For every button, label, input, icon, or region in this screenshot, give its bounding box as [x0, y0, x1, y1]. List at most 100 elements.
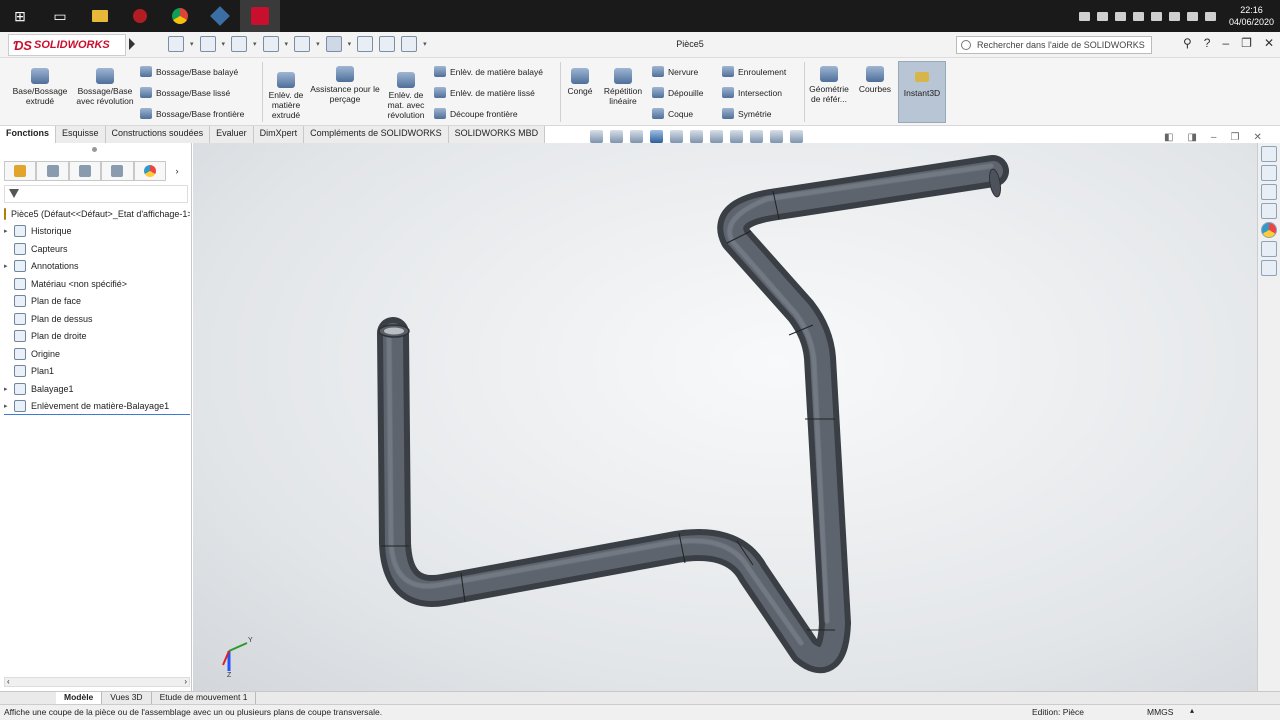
tray-icon[interactable]: [1168, 11, 1180, 21]
tree-filter[interactable]: [4, 185, 188, 203]
tray-icon[interactable]: [1150, 11, 1162, 21]
tab-fonctions[interactable]: Fonctions: [0, 126, 56, 143]
tree-item-materiau[interactable]: Matériau <non spécifié>: [4, 275, 190, 293]
display-style-icon[interactable]: [710, 130, 723, 143]
view-settings-icon[interactable]: [790, 130, 803, 143]
tree-item-plan-de-face[interactable]: Plan de face: [4, 293, 190, 311]
tab-dimxpert[interactable]: DimXpert: [253, 126, 305, 143]
tree-item-plan1[interactable]: Plan1: [4, 363, 190, 381]
appearances-icon[interactable]: [1261, 222, 1277, 238]
extruded-boss-button[interactable]: Base/Bossage extrudé: [8, 68, 72, 106]
reference-geometry-button[interactable]: Géométrie de référ...: [806, 66, 852, 104]
tab-configuration-manager[interactable]: [68, 161, 102, 181]
red-app-icon[interactable]: [120, 0, 160, 32]
previous-view-icon[interactable]: [630, 130, 643, 143]
view-orientation-icon[interactable]: [690, 130, 703, 143]
rib-button[interactable]: Nervure: [652, 66, 698, 77]
hole-wizard-button[interactable]: Assistance pour le perçage: [310, 66, 380, 104]
scroll-right-icon[interactable]: ›: [184, 677, 187, 686]
solidworks-taskbar-icon[interactable]: [240, 0, 280, 32]
minimize-icon[interactable]: –: [1211, 132, 1217, 143]
tab-3d-views[interactable]: Vues 3D: [102, 692, 152, 704]
pinned-app-icon[interactable]: [200, 0, 240, 32]
restore-icon[interactable]: ❐: [1230, 132, 1239, 143]
expand-arrow-icon[interactable]: ▸: [4, 402, 14, 410]
revolved-boss-button[interactable]: Bossage/Base avec révolution: [74, 68, 136, 106]
tree-item-plan-de-dessus[interactable]: Plan de dessus: [4, 310, 190, 328]
minimize-icon[interactable]: –: [1222, 36, 1229, 50]
file-explorer-icon[interactable]: [80, 0, 120, 32]
part-3d-view[interactable]: Y Z: [193, 143, 1257, 691]
help-icon[interactable]: ?: [1204, 36, 1211, 50]
tab-mbd[interactable]: SOLIDWORKS MBD: [448, 126, 546, 143]
tree-item-balayage1[interactable]: ▸ Balayage1: [4, 380, 190, 398]
tray-icon[interactable]: [1114, 11, 1126, 21]
tree-item-enlevement-matiere-balayage1[interactable]: ▸ Enlèvement de matière-Balayage1: [4, 398, 190, 415]
tree-item-capteurs[interactable]: Capteurs: [4, 240, 190, 258]
tray-icon[interactable]: [1078, 11, 1090, 21]
zoom-area-icon[interactable]: [610, 130, 623, 143]
task-view-icon[interactable]: ▭: [40, 0, 80, 32]
restore-icon[interactable]: ❐: [1241, 36, 1252, 50]
tray-icon[interactable]: [1204, 11, 1216, 21]
file-explorer-icon[interactable]: [1261, 184, 1277, 200]
tab-esquisse[interactable]: Esquisse: [56, 126, 106, 143]
tab-property-manager[interactable]: [36, 161, 69, 181]
scroll-left-icon[interactable]: ‹: [7, 677, 10, 686]
boundary-cut-button[interactable]: Découpe frontière: [434, 108, 518, 119]
lofted-cut-button[interactable]: Enlèv. de matière lissé: [434, 87, 535, 98]
graphics-area[interactable]: Y Z: [193, 143, 1257, 691]
solidworks-resources-icon[interactable]: [1261, 146, 1277, 162]
swept-cut-button[interactable]: Enlèv. de matière balayé: [434, 66, 543, 77]
lofted-boss-button[interactable]: Bossage/Base lissé: [140, 87, 230, 98]
tab-evaluer[interactable]: Evaluer: [210, 126, 254, 143]
tab-motion-study[interactable]: Etude de mouvement 1: [152, 692, 257, 704]
expand-arrow-icon[interactable]: ▸: [4, 262, 14, 270]
tab-complements[interactable]: Compléments de SOLIDWORKS: [304, 126, 449, 143]
close-icon[interactable]: ✕: [1253, 132, 1261, 143]
collapse-icon[interactable]: ◧: [1164, 132, 1173, 143]
tree-item-origine[interactable]: Origine: [4, 345, 190, 363]
design-library-icon[interactable]: [1261, 165, 1277, 181]
section-view-icon[interactable]: [650, 130, 663, 143]
wrap-button[interactable]: Enroulement: [722, 66, 786, 77]
system-clock[interactable]: 22:16 04/06/2020: [1229, 4, 1274, 28]
custom-properties-icon[interactable]: [1261, 241, 1277, 257]
expand-arrow-icon[interactable]: ▸: [4, 385, 14, 393]
tab-feature-manager[interactable]: [4, 161, 37, 181]
units-selector[interactable]: MMGS: [1147, 707, 1173, 717]
expand-arrow-icon[interactable]: ▸: [4, 227, 14, 235]
swept-boss-button[interactable]: Bossage/Base balayé: [140, 66, 238, 77]
curves-button[interactable]: Courbes: [854, 66, 896, 94]
tree-root-part[interactable]: Pièce5 (Défaut<<Défaut>_Etat d'affichage…: [4, 205, 190, 223]
close-icon[interactable]: ✕: [1264, 36, 1274, 50]
intersect-button[interactable]: Intersection: [722, 87, 782, 98]
chevron-right-icon[interactable]: ›: [166, 161, 188, 181]
apply-scene-icon[interactable]: [770, 130, 783, 143]
chrome-icon[interactable]: [160, 0, 200, 32]
tray-icon[interactable]: [1132, 11, 1144, 21]
search-icon[interactable]: ⚲: [1183, 36, 1192, 50]
fillet-button[interactable]: Congé: [564, 68, 596, 96]
tree-item-annotations[interactable]: ▸ Annotations: [4, 258, 190, 276]
dynamic-annotation-icon[interactable]: [670, 130, 683, 143]
help-search-input[interactable]: Rechercher dans l'aide de SOLIDWORKS: [956, 36, 1152, 54]
shell-button[interactable]: Coque: [652, 108, 693, 119]
expand-icon[interactable]: ◨: [1187, 132, 1196, 143]
extruded-cut-button[interactable]: Enlèv. de matière extrudé: [264, 72, 308, 120]
instant3d-button[interactable]: Instant3D: [898, 61, 946, 123]
tray-icon[interactable]: [1186, 11, 1198, 21]
edit-appearance-icon[interactable]: [750, 130, 763, 143]
draft-button[interactable]: Dépouille: [652, 87, 703, 98]
tree-item-historique[interactable]: ▸ Historique: [4, 223, 190, 241]
tree-horizontal-scrollbar[interactable]: ‹ ›: [4, 677, 190, 687]
tab-constructions-soudees[interactable]: Constructions soudées: [105, 126, 211, 143]
hide-show-icon[interactable]: [730, 130, 743, 143]
linear-pattern-button[interactable]: Répétition linéaire: [598, 68, 648, 106]
revolved-cut-button[interactable]: Enlèv. de mat. avec révolution: [382, 72, 430, 120]
panel-grip-icon[interactable]: [92, 147, 97, 152]
boundary-boss-button[interactable]: Bossage/Base frontière: [140, 108, 244, 119]
zoom-to-fit-icon[interactable]: [590, 130, 603, 143]
tree-item-plan-de-droite[interactable]: Plan de droite: [4, 328, 190, 346]
mirror-button[interactable]: Symétrie: [722, 108, 772, 119]
